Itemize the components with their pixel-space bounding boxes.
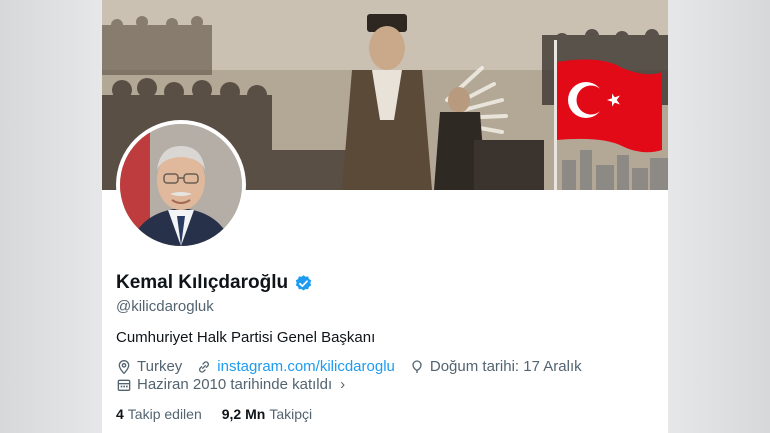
name-row: Kemal Kılıçdaroğlu xyxy=(116,272,313,294)
profile-joined-row: Haziran 2010 tarihinde katıldı › xyxy=(116,376,345,393)
following-stat[interactable]: 4 Takip edilen xyxy=(116,406,202,422)
followers-stat[interactable]: 9,2 Mn Takipçi xyxy=(222,406,312,422)
location-item: Turkey xyxy=(116,358,182,375)
followers-count: 9,2 Mn xyxy=(221,406,266,422)
chevron-right-icon[interactable]: › xyxy=(340,376,345,393)
joined-item[interactable]: Haziran 2010 tarihinde katıldı › xyxy=(116,376,345,393)
follow-stats: 4 Takip edilen 9,2 Mn Takipçi xyxy=(116,406,312,422)
calendar-icon xyxy=(117,379,131,391)
backdrop-right xyxy=(668,0,770,433)
backdrop-left xyxy=(0,0,102,433)
profile-card: Kemal Kılıçdaroğlu @kilicdarogluk Cumhur… xyxy=(102,0,668,433)
profile-bio: Cumhuriyet Halk Partisi Genel Başkanı xyxy=(116,329,376,346)
birthday-item: Doğum tarihi: 17 Aralık xyxy=(409,358,582,375)
followers-label: Takipçi xyxy=(269,406,313,422)
profile-handle: @kilicdarogluk xyxy=(116,298,214,315)
website-link[interactable]: instagram.com/kilicdaroglu xyxy=(217,358,395,375)
website-item[interactable]: instagram.com/kilicdaroglu xyxy=(196,358,395,375)
verified-badge-icon[interactable] xyxy=(294,274,313,293)
balloon-icon xyxy=(412,359,422,373)
profile-meta-row: Turkey instagram.com/kilicdaroglu Doğum … xyxy=(116,358,582,375)
link-icon xyxy=(199,360,210,373)
avatar-portrait xyxy=(120,124,242,246)
profile-name: Kemal Kılıçdaroğlu xyxy=(116,272,289,293)
birthday-text: Doğum tarihi: 17 Aralık xyxy=(429,358,582,375)
joined-text: Haziran 2010 tarihinde katıldı xyxy=(137,376,333,393)
following-count: 4 xyxy=(116,406,124,422)
profile-avatar[interactable] xyxy=(116,120,246,250)
location-text: Turkey xyxy=(137,358,183,375)
location-pin-icon xyxy=(118,359,130,374)
following-label: Takip edilen xyxy=(127,406,202,422)
